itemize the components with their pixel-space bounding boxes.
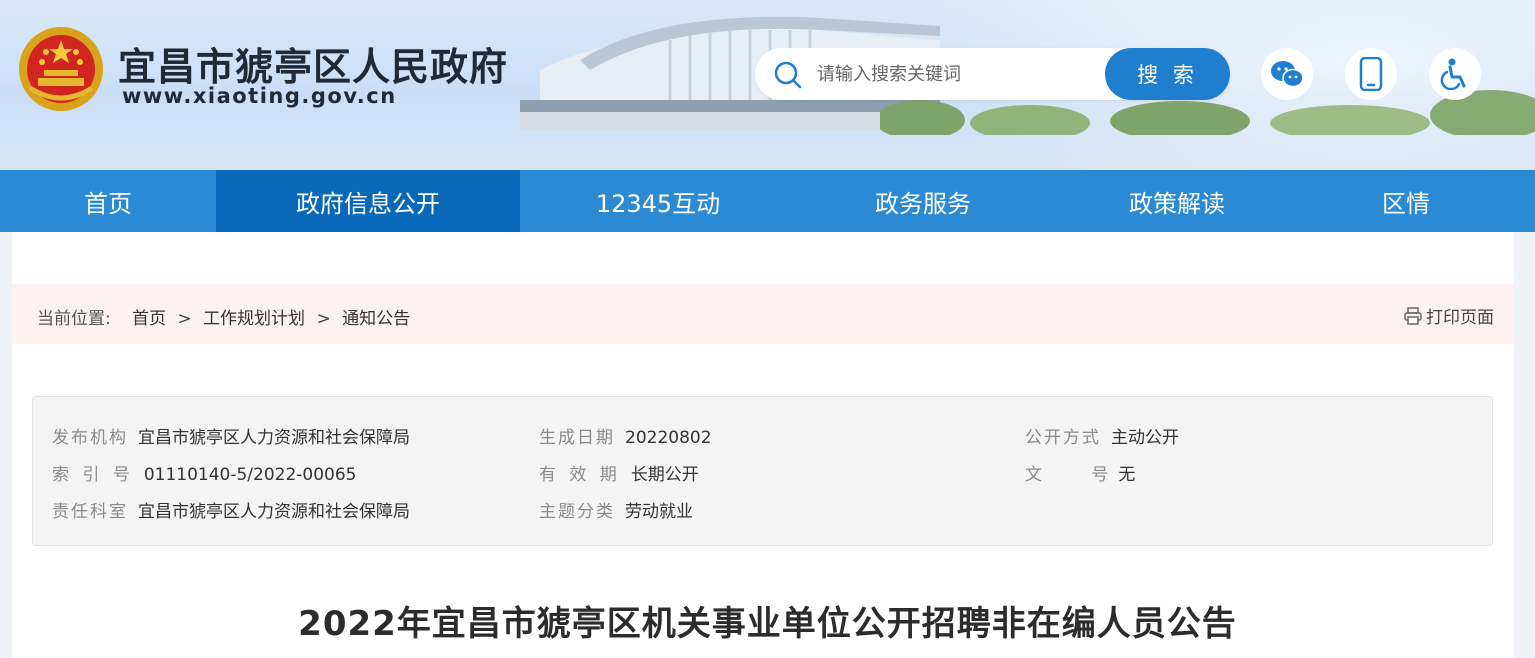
nav-item-12345[interactable]: 12345互动: [520, 170, 796, 232]
search-input[interactable]: [817, 60, 1097, 88]
document-meta-box: 发布机构 宜昌市猇亭区人力资源和社会保障局 生成日期 20220802 公开方式 主动…: [32, 396, 1493, 546]
nav-item-home[interactable]: 首页: [0, 170, 216, 232]
meta-key: 文 号: [1025, 465, 1131, 485]
meta-row: 索 引 号 01110140-5/2022-00065 有 效 期长期公开 文 号…: [33, 460, 1492, 490]
breadcrumb-link-home[interactable]: 首页: [132, 309, 166, 329]
breadcrumb-link-plans[interactable]: 工作规划计划: [203, 309, 305, 329]
mobile-button[interactable]: [1345, 48, 1397, 100]
meta-value: 无: [1118, 465, 1136, 485]
wechat-button[interactable]: [1261, 48, 1313, 100]
nav-item-label: 区情: [1382, 189, 1430, 218]
meta-value: 长期公开: [630, 465, 699, 485]
nav-item-label: 12345互动: [595, 189, 721, 218]
breadcrumb-link-notices[interactable]: 通知公告: [342, 309, 410, 329]
site-header: 宜昌市猇亭区人民政府 www.xiaoting.gov.cn 搜 索: [0, 0, 1535, 170]
search-button[interactable]: 搜 索: [1105, 48, 1230, 100]
meta-key: 索 引 号: [52, 465, 134, 485]
meta-cell: 索 引 号 01110140-5/2022-00065: [52, 460, 357, 485]
breadcrumb-separator: >: [177, 309, 192, 329]
meta-value: 宜昌市猇亭区人力资源和社会保障局: [138, 502, 410, 522]
nav-item-label: 首页: [84, 189, 132, 218]
site-title[interactable]: 宜昌市猇亭区人民政府: [118, 36, 508, 91]
meta-key: 公开方式: [1025, 428, 1101, 448]
meta-cell: 公开方式 主动公开: [1025, 423, 1179, 448]
search-box: 搜 索: [755, 48, 1230, 100]
meta-value: 01110140-5/2022-00065: [143, 465, 357, 485]
accessibility-button[interactable]: [1429, 48, 1481, 100]
meta-value: 主动公开: [1111, 428, 1179, 448]
meta-row: 责任科室 宜昌市猇亭区人力资源和社会保障局 主题分类 劳动就业: [33, 497, 1492, 527]
meta-cell: 主题分类 劳动就业: [539, 497, 693, 522]
wechat-icon: [1271, 61, 1304, 88]
print-page-link[interactable]: 打印页面: [1404, 303, 1494, 328]
meta-key: 主题分类: [539, 502, 615, 522]
nav-item-district[interactable]: 区情: [1304, 170, 1508, 232]
accessibility-icon: [1440, 58, 1466, 90]
article-title: 2022年宜昌市猇亭区机关事业单位公开招聘非在编人员公告: [298, 604, 1237, 644]
nav-item-label: 政府信息公开: [296, 189, 440, 218]
main-nav: 首页 政府信息公开 12345互动 政务服务 政策解读 区情: [0, 170, 1535, 232]
breadcrumb-label: 当前位置:: [37, 309, 111, 329]
meta-cell: 文 号无: [1025, 460, 1135, 485]
search-icon: [774, 61, 802, 89]
site-domain: www.xiaoting.gov.cn: [122, 84, 397, 108]
meta-key: 责任科室: [52, 502, 128, 522]
meta-row: 发布机构 宜昌市猇亭区人力资源和社会保障局 生成日期 20220802 公开方式 主动…: [33, 423, 1492, 453]
meta-cell: 生成日期 20220802: [539, 423, 712, 448]
meta-value: 宜昌市猇亭区人力资源和社会保障局: [138, 428, 410, 448]
breadcrumb-separator: >: [316, 309, 331, 329]
national-emblem-icon: [19, 27, 103, 111]
meta-cell: 发布机构 宜昌市猇亭区人力资源和社会保障局: [52, 423, 410, 448]
mobile-icon: [1359, 57, 1383, 91]
nav-item-policy[interactable]: 政策解读: [1050, 170, 1304, 232]
nav-item-gov-info[interactable]: 政府信息公开: [216, 170, 520, 232]
printer-icon: [1404, 306, 1422, 325]
meta-cell: 责任科室 宜昌市猇亭区人力资源和社会保障局: [52, 497, 410, 522]
breadcrumb-links: 首页 > 工作规划计划 > 通知公告: [132, 304, 416, 329]
meta-key: 发布机构: [52, 428, 128, 448]
nav-item-services[interactable]: 政务服务: [796, 170, 1050, 232]
meta-value: 劳动就业: [625, 502, 693, 522]
nav-item-label: 政策解读: [1129, 189, 1225, 218]
meta-value: 20220802: [625, 428, 712, 448]
meta-key: 生成日期: [539, 428, 615, 448]
print-page-label: 打印页面: [1426, 308, 1494, 328]
meta-key: 有 效 期: [539, 465, 621, 485]
nav-item-label: 政务服务: [875, 189, 971, 218]
breadcrumb: 当前位置: 首页 > 工作规划计划 > 通知公告 打印页面: [12, 284, 1514, 344]
meta-cell: 有 效 期长期公开: [539, 460, 699, 485]
